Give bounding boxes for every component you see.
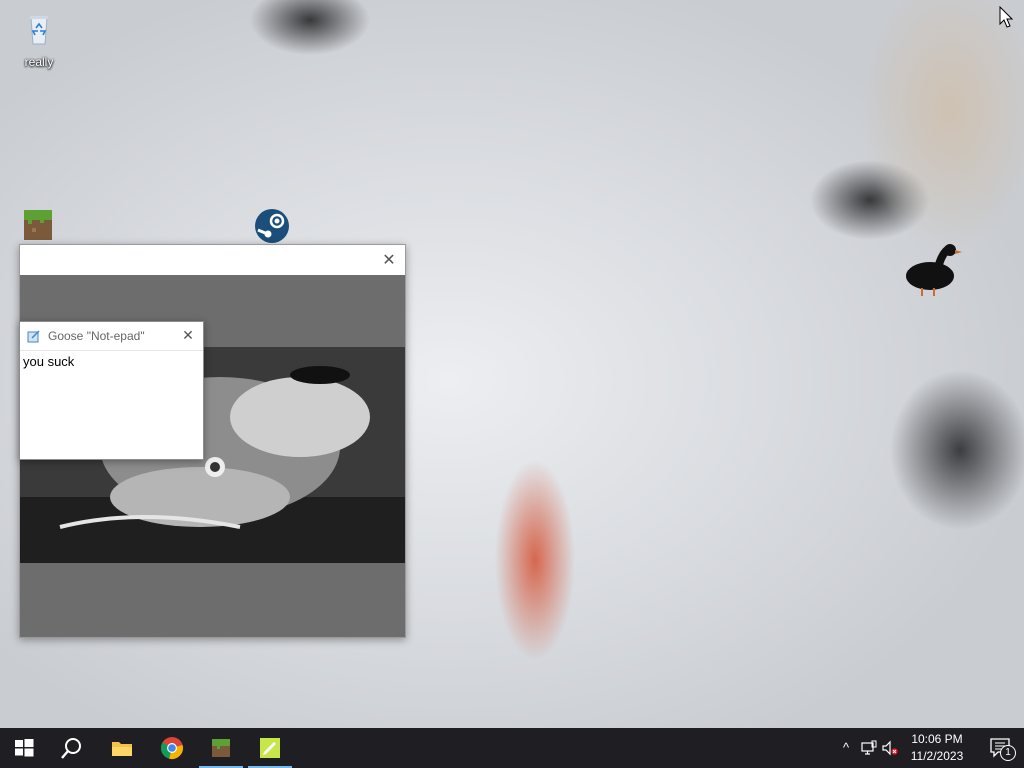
clock-date: 11/2/2023: [910, 749, 964, 763]
taskbar: ^ 10:06 PM 11/2/2023 1: [0, 728, 1024, 768]
notepad-text-area[interactable]: you suck: [21, 351, 200, 455]
desktop-icon-steam[interactable]: [240, 206, 304, 249]
steam-icon: [255, 209, 289, 243]
taskbar-chrome[interactable]: [148, 728, 196, 768]
minecraft-icon: [24, 210, 52, 240]
network-icon[interactable]: [861, 740, 877, 756]
recycle-bin-label: really: [24, 55, 54, 69]
search-icon: [61, 738, 81, 759]
desktop-goose[interactable]: [902, 242, 964, 300]
notepad-app-icon: [27, 330, 40, 343]
taskbar-file-explorer[interactable]: [98, 728, 146, 768]
notepad-title: Goose "Not-epad": [48, 329, 145, 343]
file-explorer-icon: [112, 742, 132, 756]
mouse-cursor-icon: [999, 6, 1013, 28]
taskbar-notepad[interactable]: [246, 728, 294, 768]
show-hidden-icons-chevron[interactable]: ^: [838, 740, 854, 756]
notepad-icon: [260, 738, 280, 758]
desktop-icon-minecraft[interactable]: [6, 206, 70, 249]
chrome-icon: [160, 737, 183, 759]
recycle-bin-icon: [30, 16, 48, 45]
taskbar-minecraft[interactable]: [197, 728, 245, 768]
notepad-window[interactable]: Goose "Not-epad" ✕ you suck: [19, 321, 204, 460]
image-window-titlebar[interactable]: ✕: [20, 245, 405, 275]
minecraft-taskbar-icon: [212, 739, 230, 757]
notification-count-badge: 1: [1000, 745, 1016, 761]
search-button[interactable]: [48, 728, 96, 768]
windows-start-icon: [15, 739, 34, 757]
notification-center-button[interactable]: 1: [990, 738, 1016, 761]
desktop-icon-recycle-bin[interactable]: really: [7, 8, 71, 69]
notepad-titlebar[interactable]: Goose "Not-epad" ✕: [20, 322, 203, 351]
volume-muted-icon[interactable]: [882, 740, 898, 756]
desktop: really ✕ Goose "Not-epad" ✕ you suck: [0, 0, 1024, 728]
clock[interactable]: 10:06 PM 11/2/2023: [908, 731, 966, 765]
notepad-close-icon[interactable]: ✕: [179, 326, 197, 344]
start-button[interactable]: [0, 728, 48, 768]
close-icon[interactable]: ✕: [379, 251, 399, 271]
clock-time: 10:06 PM: [911, 732, 963, 746]
system-tray: ^ 10:06 PM 11/2/2023 1: [824, 728, 1024, 768]
